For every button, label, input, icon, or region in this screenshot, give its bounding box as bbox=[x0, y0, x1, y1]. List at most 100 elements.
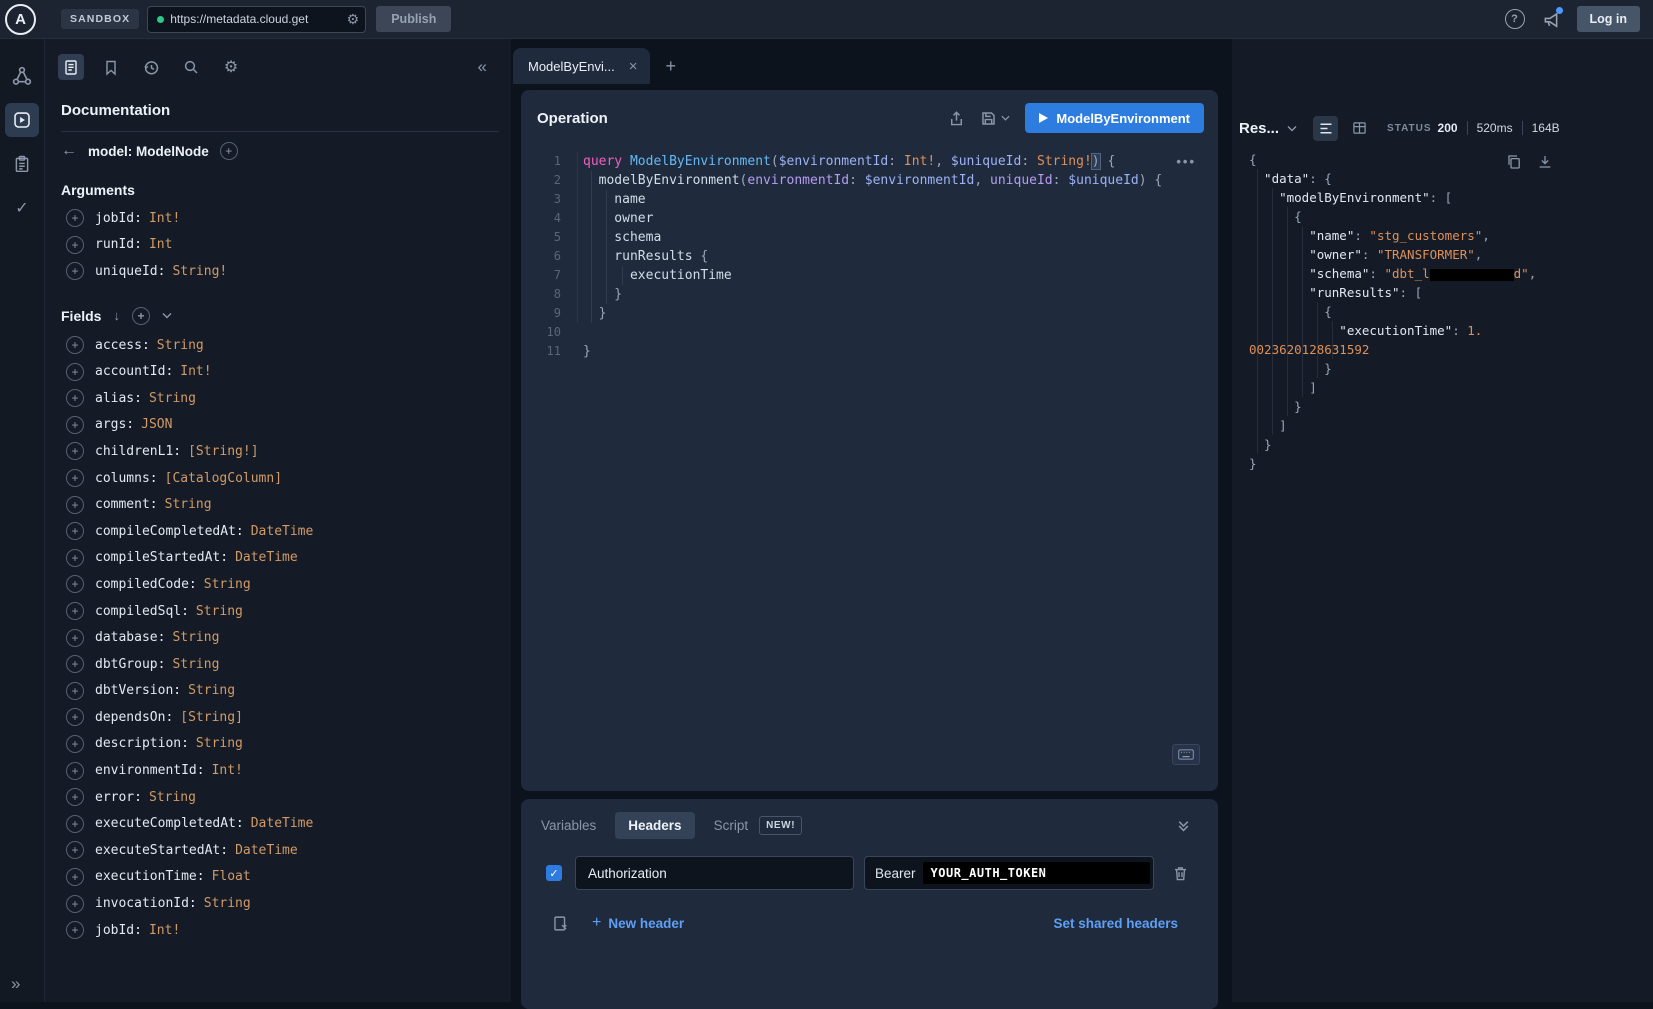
field-name[interactable]: environmentId: bbox=[95, 763, 205, 778]
field-type[interactable]: String bbox=[204, 577, 251, 592]
add-to-operation-icon[interactable]: + bbox=[66, 262, 84, 280]
field-type[interactable]: String bbox=[188, 683, 235, 698]
documentation-tab[interactable] bbox=[58, 54, 84, 80]
doc-argument-row[interactable]: + uniqueId: String! bbox=[45, 258, 511, 285]
checklist-icon[interactable] bbox=[13, 155, 31, 173]
doc-field-row[interactable]: + compileCompletedAt: DateTime bbox=[45, 518, 511, 545]
field-name[interactable]: error: bbox=[95, 790, 142, 805]
response-panel-title[interactable]: Res... bbox=[1239, 120, 1279, 137]
field-type[interactable]: String bbox=[157, 338, 204, 353]
add-to-operation-icon[interactable]: + bbox=[66, 209, 84, 227]
field-name[interactable]: compiledSql: bbox=[95, 604, 189, 619]
field-type[interactable]: DateTime bbox=[235, 550, 298, 565]
field-type[interactable]: DateTime bbox=[235, 843, 298, 858]
doc-field-row[interactable]: + accountId: Int! bbox=[45, 358, 511, 385]
header-enabled-checkbox[interactable]: ✓ bbox=[546, 865, 562, 881]
doc-field-row[interactable]: + columns: [CatalogColumn] bbox=[45, 465, 511, 492]
field-type[interactable]: String bbox=[196, 604, 243, 619]
add-model-icon[interactable]: + bbox=[220, 142, 238, 160]
editor-code-line[interactable]: 7 executionTime bbox=[521, 266, 1218, 285]
add-to-operation-icon[interactable]: + bbox=[66, 868, 84, 886]
field-name[interactable]: comment: bbox=[95, 497, 158, 512]
tab-script[interactable]: Script bbox=[714, 818, 749, 833]
endpoint-input[interactable]: https://metadata.cloud.get ⚙ bbox=[147, 6, 366, 33]
doc-field-row[interactable]: + dependsOn: [String] bbox=[45, 704, 511, 731]
environment-variables-icon[interactable] bbox=[552, 915, 569, 932]
tab-headers[interactable]: Headers bbox=[615, 812, 694, 839]
add-to-operation-icon[interactable]: + bbox=[66, 336, 84, 354]
expand-sidebar-icon[interactable]: » bbox=[11, 974, 20, 994]
add-to-operation-icon[interactable]: + bbox=[66, 575, 84, 593]
add-to-operation-icon[interactable]: + bbox=[66, 762, 84, 780]
field-type[interactable]: String bbox=[204, 896, 251, 911]
doc-field-row[interactable]: + executeStartedAt: DateTime bbox=[45, 837, 511, 864]
editor-code-line[interactable]: 2 modelByEnvironment(environmentId: $env… bbox=[521, 171, 1218, 190]
field-name[interactable]: uniqueId: bbox=[95, 264, 165, 279]
doc-argument-row[interactable]: + runId: Int bbox=[45, 232, 511, 259]
field-name[interactable]: executeCompletedAt: bbox=[95, 816, 244, 831]
header-value-input[interactable]: Bearer YOUR_AUTH_TOKEN bbox=[864, 856, 1154, 890]
back-icon[interactable]: ← bbox=[61, 142, 77, 160]
field-name[interactable]: runId: bbox=[95, 237, 142, 252]
add-to-operation-icon[interactable]: + bbox=[66, 895, 84, 913]
add-to-operation-icon[interactable]: + bbox=[66, 389, 84, 407]
set-shared-headers-link[interactable]: Set shared headers bbox=[1053, 916, 1178, 931]
field-name[interactable]: dbtGroup: bbox=[95, 657, 165, 672]
add-to-operation-icon[interactable]: + bbox=[66, 708, 84, 726]
new-tab-icon[interactable]: + bbox=[665, 57, 676, 75]
raw-view-toggle[interactable] bbox=[1313, 116, 1338, 141]
editor-code-line[interactable]: 3 name bbox=[521, 190, 1218, 209]
operation-tab[interactable]: ModelByEnvi... × bbox=[513, 48, 650, 84]
field-type[interactable]: DateTime bbox=[251, 816, 314, 831]
field-name[interactable]: jobId: bbox=[95, 211, 142, 226]
doc-field-row[interactable]: + compileStartedAt: DateTime bbox=[45, 545, 511, 572]
field-name[interactable]: executionTime: bbox=[95, 869, 205, 884]
add-to-operation-icon[interactable]: + bbox=[66, 841, 84, 859]
endpoint-settings-icon[interactable]: ⚙ bbox=[347, 11, 360, 28]
field-type[interactable]: String bbox=[149, 391, 196, 406]
operation-code-editor[interactable]: 1query ModelByEnvironment($environmentId… bbox=[521, 142, 1218, 361]
field-name[interactable]: args: bbox=[95, 417, 134, 432]
editor-code-line[interactable]: 5 schema bbox=[521, 228, 1218, 247]
add-to-operation-icon[interactable]: + bbox=[66, 363, 84, 381]
add-to-operation-icon[interactable]: + bbox=[66, 629, 84, 647]
share-operation-icon[interactable] bbox=[948, 110, 965, 127]
field-type[interactable]: Int bbox=[149, 237, 172, 252]
add-to-operation-icon[interactable]: + bbox=[66, 788, 84, 806]
editor-code-line[interactable]: 1query ModelByEnvironment($environmentId… bbox=[521, 152, 1218, 171]
endpoint-url[interactable]: https://metadata.cloud.get bbox=[170, 12, 340, 26]
doc-field-row[interactable]: + args: JSON bbox=[45, 412, 511, 439]
field-name[interactable]: compiledCode: bbox=[95, 577, 197, 592]
delete-header-icon[interactable] bbox=[1172, 865, 1189, 882]
tab-variables[interactable]: Variables bbox=[541, 818, 596, 833]
login-button[interactable]: Log in bbox=[1577, 6, 1641, 32]
field-type[interactable]: JSON bbox=[141, 417, 172, 432]
response-selector-chevron-icon[interactable] bbox=[1287, 125, 1297, 132]
field-type[interactable]: String bbox=[149, 790, 196, 805]
new-header-button[interactable]: + New header bbox=[592, 914, 684, 932]
field-name[interactable]: invocationId: bbox=[95, 896, 197, 911]
add-to-operation-icon[interactable]: + bbox=[66, 522, 84, 540]
add-all-fields-icon[interactable]: + bbox=[132, 307, 150, 325]
field-name[interactable]: dependsOn: bbox=[95, 710, 173, 725]
add-to-operation-icon[interactable]: + bbox=[66, 442, 84, 460]
field-type[interactable]: Float bbox=[212, 869, 251, 884]
field-name[interactable]: alias: bbox=[95, 391, 142, 406]
field-type[interactable]: [String!] bbox=[188, 444, 258, 459]
sort-fields-icon[interactable]: ↓ bbox=[113, 308, 120, 323]
add-to-operation-icon[interactable]: + bbox=[66, 469, 84, 487]
add-to-operation-icon[interactable]: + bbox=[66, 236, 84, 254]
field-type[interactable]: String bbox=[172, 630, 219, 645]
add-to-operation-icon[interactable]: + bbox=[66, 655, 84, 673]
apollo-logo[interactable]: A bbox=[5, 4, 36, 35]
field-type[interactable]: [String] bbox=[180, 710, 243, 725]
field-type[interactable]: String bbox=[165, 497, 212, 512]
doc-field-row[interactable]: + alias: String bbox=[45, 385, 511, 412]
field-type[interactable]: Int! bbox=[212, 763, 243, 778]
add-to-operation-icon[interactable]: + bbox=[66, 602, 84, 620]
add-to-operation-icon[interactable]: + bbox=[66, 496, 84, 514]
editor-code-line[interactable]: 9 } bbox=[521, 304, 1218, 323]
field-name[interactable]: childrenL1: bbox=[95, 444, 181, 459]
doc-field-row[interactable]: + compiledSql: String bbox=[45, 598, 511, 625]
editor-code-line[interactable]: 8 } bbox=[521, 285, 1218, 304]
